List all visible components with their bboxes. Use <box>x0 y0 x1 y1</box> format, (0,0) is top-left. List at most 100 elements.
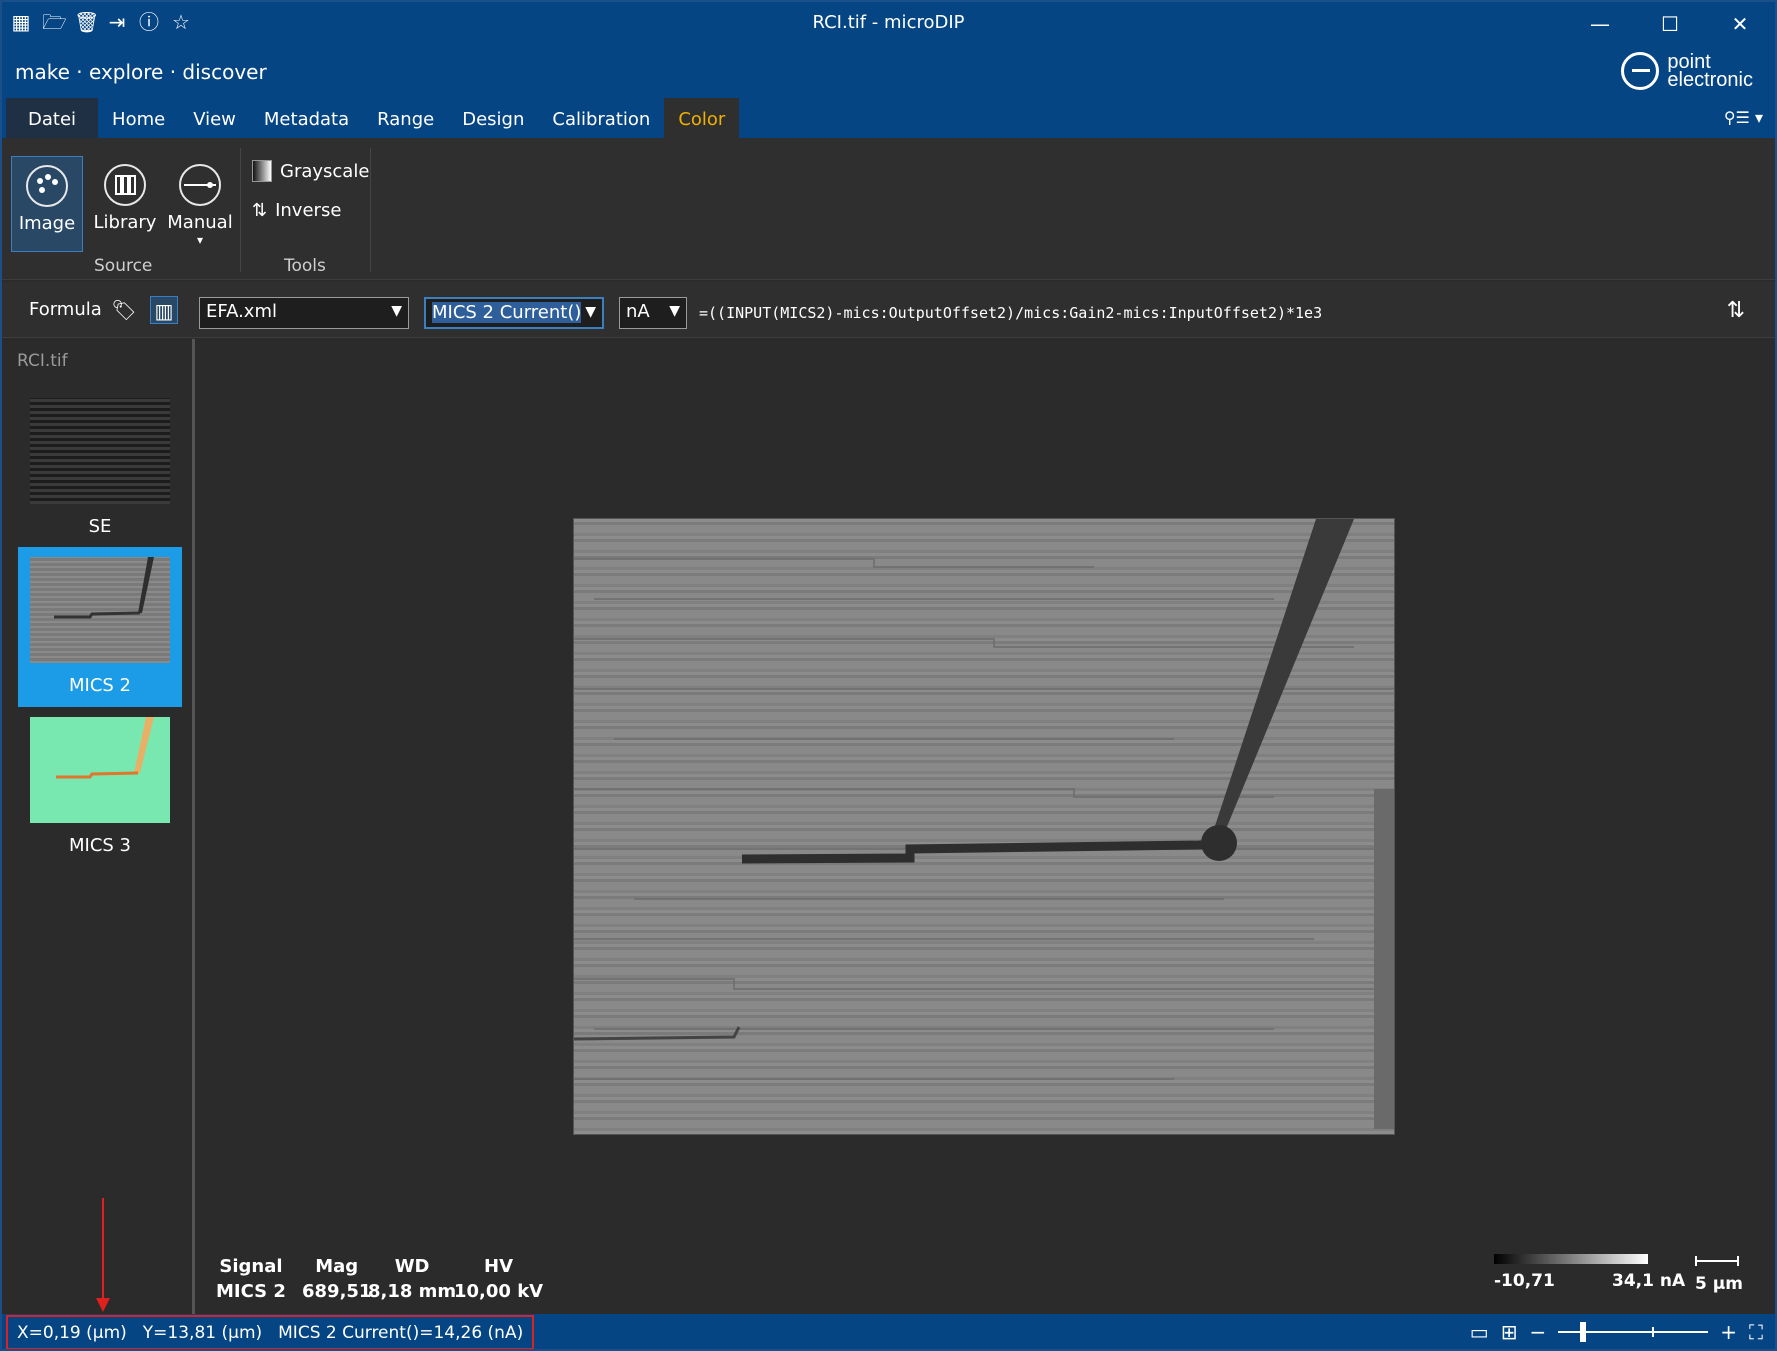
formula-expression[interactable]: =((INPUT(MICS2)-mics:OutputOffset2)/mics… <box>699 304 1322 322</box>
grayscale-label: Grayscale <box>280 160 370 182</box>
tab-calibration[interactable]: Calibration <box>538 98 664 138</box>
status-bar: X=0,19 (µm) Y=13,81 (µm) MICS 2 Current(… <box>2 1314 1775 1349</box>
brand-logo: point electronic <box>1621 52 1753 90</box>
mics3-thumbnail-image <box>30 717 170 823</box>
dropdown-arrow-icon: ▼ <box>669 303 680 319</box>
thumbnail-mics2[interactable]: MICS 2 <box>18 547 182 707</box>
window-title: RCI.tif - microDIP <box>812 12 965 33</box>
chevron-down-icon[interactable]: ▾ <box>164 233 236 247</box>
thumbnail-se[interactable]: SE <box>18 388 182 548</box>
grayscale-icon <box>252 160 272 182</box>
formula-file-select[interactable]: EFA.xml ▼ <box>199 297 409 329</box>
tools-group-label: Tools <box>284 256 326 276</box>
inverse-button[interactable]: ⇅ Inverse <box>252 200 341 221</box>
cursor-x: X=0,19 (µm) <box>17 1322 127 1343</box>
tab-range[interactable]: Range <box>363 98 448 138</box>
library-source-button[interactable]: Library <box>89 156 161 252</box>
color-scale-bar <box>1494 1254 1648 1264</box>
meta-wd: WD 8,18 mm <box>368 1254 456 1304</box>
app-window: ▦ 🗁 🗑 ⇥ ⓘ ☆ RCI.tif - microDIP — ☐ ✕ mak… <box>0 0 1777 1351</box>
formula-bar: Formula 🏷 ▥ EFA.xml ▼ MICS 2 Current() ▼… <box>2 282 1775 338</box>
cursor-readout: X=0,19 (µm) Y=13,81 (µm) MICS 2 Current(… <box>6 1315 535 1349</box>
image-source-button[interactable]: Image <box>11 156 83 252</box>
thumbnail-label: MICS 2 <box>68 675 131 696</box>
window-controls: — ☐ ✕ <box>1565 2 1775 46</box>
grid-view-icon[interactable]: ⊞ <box>1501 1320 1518 1344</box>
logo-line-2: electronic <box>1667 69 1753 91</box>
thumbnail-label: SE <box>88 516 112 537</box>
meta-signal-value: MICS 2 <box>216 1281 286 1302</box>
inverse-icon: ⇅ <box>252 200 268 221</box>
library-icon <box>104 164 146 206</box>
fit-to-window-icon[interactable]: ⛶ <box>1749 1320 1763 1344</box>
meta-wd-value: 8,18 mm <box>368 1281 457 1302</box>
ribbon-divider <box>370 148 371 272</box>
palette-icon <box>26 165 68 207</box>
tag-icon[interactable]: 🏷 <box>110 296 138 324</box>
signal-value: MICS 2 Current() <box>432 302 582 323</box>
scale-bar <box>1695 1256 1739 1266</box>
annotation-arrow <box>96 1198 110 1312</box>
unit-select[interactable]: nA ▼ <box>619 297 687 329</box>
zoom-out-button[interactable]: − <box>1529 1320 1546 1344</box>
manual-source-button[interactable]: Manual ▾ <box>164 156 236 252</box>
meta-hv-header: HV <box>484 1256 514 1277</box>
formula-library-icon[interactable]: ▥ <box>150 296 178 324</box>
ribbon: Image Library Manual ▾ Source Grayscale … <box>2 138 1775 280</box>
title-bar: ▦ 🗁 🗑 ⇥ ⓘ ☆ RCI.tif - microDIP — ☐ ✕ <box>2 2 1775 46</box>
zoom-slider-tick <box>1652 1327 1655 1337</box>
close-button[interactable]: ✕ <box>1705 2 1775 46</box>
thumbnail-label: MICS 3 <box>68 835 131 856</box>
dropdown-arrow-icon: ▼ <box>585 304 596 320</box>
file-name: RCI.tif <box>17 351 68 371</box>
image-viewport[interactable]: Signal MICS 2 Mag 689,51 WD 8,18 mm HV 1… <box>198 339 1775 1314</box>
manual-source-label: Manual <box>167 212 233 233</box>
cursor-y: Y=13,81 (µm) <box>142 1322 263 1343</box>
grayscale-button[interactable]: Grayscale <box>252 160 369 182</box>
formula-file-value: EFA.xml <box>206 301 277 322</box>
signal-select[interactable]: MICS 2 Current() ▼ <box>424 297 604 329</box>
meta-mag-header: Mag <box>315 1256 359 1277</box>
meta-signal: Signal MICS 2 <box>216 1254 286 1304</box>
tagline: make · explore · discover <box>15 60 267 84</box>
zoom-in-button[interactable]: + <box>1720 1320 1737 1344</box>
meta-hv-value: 10,00 kV <box>454 1281 544 1302</box>
tab-color[interactable]: Color <box>664 98 740 138</box>
color-scale-max: 34,1 nA <box>1612 1271 1686 1291</box>
meta-wd-header: WD <box>394 1256 430 1277</box>
tab-datei[interactable]: Datei <box>6 98 99 138</box>
minimize-button[interactable]: — <box>1565 2 1635 46</box>
meta-hv: HV 10,00 kV <box>454 1254 543 1304</box>
tab-metadata[interactable]: Metadata <box>250 98 363 138</box>
thumbnail-mics3[interactable]: MICS 3 <box>18 707 182 867</box>
unit-value: nA <box>626 301 650 322</box>
zoom-slider-thumb[interactable] <box>1580 1322 1587 1342</box>
ribbon-tabs: Datei Home View Metadata Range Design Ca… <box>2 98 740 138</box>
source-group-label: Source <box>94 256 153 276</box>
se-thumbnail-image <box>30 398 170 504</box>
menu-bar: Datei Home View Metadata Range Design Ca… <box>2 98 1775 138</box>
tab-view[interactable]: View <box>179 98 250 138</box>
inverse-label: Inverse <box>275 200 342 221</box>
swap-icon[interactable]: ⇅ <box>1727 298 1745 323</box>
cursor-value: MICS 2 Current()=14,26 (nA) <box>278 1322 524 1343</box>
zoom-slider[interactable] <box>1558 1322 1709 1342</box>
logo-text: point electronic <box>1667 52 1753 91</box>
mics2-thumbnail-image <box>30 557 170 663</box>
image-source-label: Image <box>18 213 76 234</box>
color-scale-min: -10,71 <box>1494 1271 1555 1291</box>
meta-mag-value: 689,51 <box>302 1281 372 1302</box>
dropdown-arrow-icon: ▼ <box>391 303 402 319</box>
meta-mag: Mag 689,51 <box>302 1254 371 1304</box>
channel-panel: RCI.tif SE MICS 2 MICS 3 <box>2 339 195 1314</box>
sem-image[interactable] <box>573 518 1395 1135</box>
tab-design[interactable]: Design <box>448 98 538 138</box>
single-view-icon[interactable]: ▭ <box>1470 1320 1489 1344</box>
maximize-button[interactable]: ☐ <box>1635 2 1705 46</box>
tab-home[interactable]: Home <box>98 98 179 138</box>
view-controls: ▭ ⊞ − + ⛶ <box>1470 1320 1763 1344</box>
ribbon-divider <box>240 148 241 272</box>
logo-mark-icon <box>1621 52 1660 90</box>
formula-label: Formula <box>29 299 102 320</box>
user-menu-button[interactable]: ⚲☰ ▾ <box>1724 108 1763 127</box>
